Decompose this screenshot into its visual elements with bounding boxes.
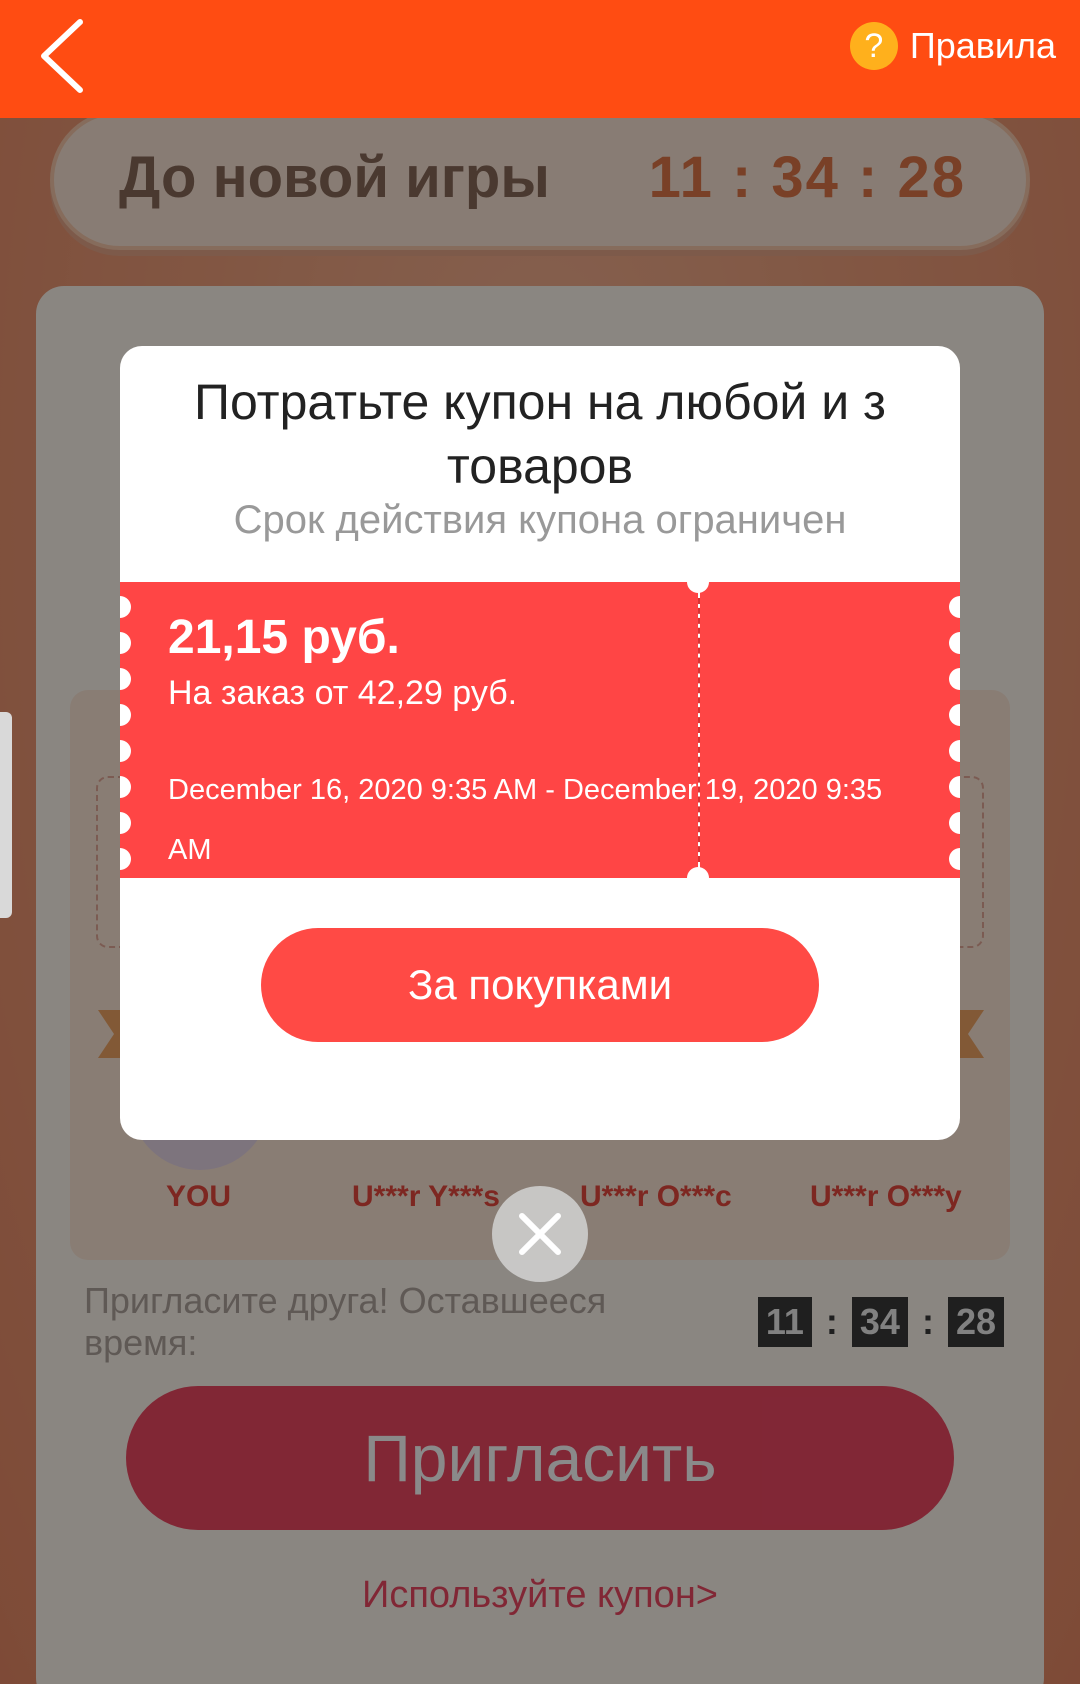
coupon-modal: Потратьте купон на любой и з товаров Сро…	[120, 346, 960, 1140]
coupon-amount: 21,15 руб.	[168, 611, 400, 664]
side-drawer-handle[interactable]	[0, 712, 12, 918]
coupon-ticket: 21,15 руб. На заказ от 42,29 руб. Decemb…	[120, 571, 960, 889]
back-button[interactable]	[28, 14, 108, 98]
close-modal-button[interactable]	[492, 1186, 588, 1282]
modal-subtitle: Срок действия купона ограничен	[233, 498, 847, 542]
coupon-validity: December 16, 2020 9:35 AM - December 19,…	[168, 774, 883, 866]
coupon-notch-top	[687, 571, 709, 593]
rules-label: Правила	[909, 25, 1056, 66]
question-icon: ?	[849, 22, 898, 70]
coupon-edge-right	[949, 582, 960, 878]
coupon-edge-left	[120, 582, 131, 878]
modal-title: Потратьте купон на любой и з товаров	[194, 374, 886, 494]
coupon-min-order: На заказ от 42,29 руб.	[168, 674, 518, 712]
top-bar: ? Правила	[0, 0, 1080, 118]
close-icon	[519, 1213, 561, 1255]
rules-button[interactable]: ? Правила	[849, 22, 1056, 70]
go-shopping-button[interactable]: За покупками	[261, 928, 819, 1042]
chevron-left-icon	[41, 19, 83, 93]
